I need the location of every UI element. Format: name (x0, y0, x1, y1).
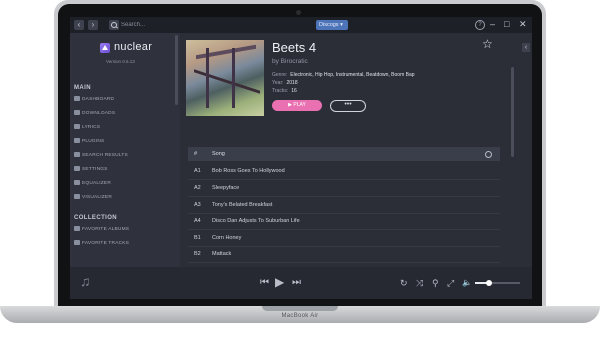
sidebar-item-dashboard[interactable]: Dashboard (74, 95, 174, 104)
app-version: Version 0.6.13 (106, 59, 135, 64)
album-year: Year: 2018 (272, 80, 298, 86)
minimize-button[interactable]: – (490, 19, 495, 30)
sidebar-item-plugins[interactable]: Plugins (74, 137, 174, 146)
album-view: Beets 4 by Birocratic Genre: Electronic, … (180, 33, 520, 274)
camera-icon (296, 10, 301, 15)
device-label: MacBook Air (281, 313, 319, 319)
maximize-button[interactable]: □ (504, 19, 509, 30)
sidebar-item-search-results[interactable]: Search Results (74, 151, 174, 160)
top-bar: ‹ › Discogs ▾ ? – □ ✕ (70, 17, 532, 33)
star-icon (74, 226, 80, 232)
sliders-icon (74, 180, 80, 186)
col-number-header: # (194, 151, 198, 157)
plug-icon (74, 138, 80, 144)
collapse-right-panel-button[interactable]: ‹ (522, 43, 530, 52)
previous-track-icon[interactable]: ⏮ (260, 277, 269, 289)
table-row[interactable]: A1 Bob Ross Goes To Hollywood (188, 163, 500, 180)
shuffle-icon[interactable]: ⤨ (416, 277, 423, 289)
sidebar-item-settings[interactable]: Settings (74, 165, 174, 174)
magic-wand-icon[interactable]: ⚲ (432, 277, 439, 289)
next-track-icon[interactable]: ⏭ (292, 277, 301, 289)
forward-button[interactable]: › (88, 20, 98, 30)
table-row[interactable]: A2 Sleepyface (188, 180, 500, 197)
play-icon[interactable]: ▶ (275, 276, 284, 288)
search-icon (74, 152, 80, 158)
sidebar-item-equalizer[interactable]: Equalizer (74, 179, 174, 188)
collection-section-title: COLLECTION (74, 215, 117, 221)
music-note-icon: ♫ (80, 273, 91, 289)
table-row[interactable]: A4 Disco Dan Adjusts To Suburban Life (188, 213, 500, 230)
laptop-notch (262, 306, 338, 311)
album-track-count: Tracks: 16 (272, 88, 297, 94)
repeat-icon[interactable]: ↻ (400, 277, 408, 289)
favorite-star-icon[interactable]: ☆ (482, 38, 493, 50)
more-options-button[interactable]: ••• (330, 100, 366, 112)
help-icon[interactable]: ? (475, 20, 485, 30)
album-title: Beets 4 (272, 40, 317, 55)
album-cover (186, 40, 264, 116)
sidebar-item-visualizer[interactable]: Visualizer (74, 193, 174, 202)
volume-knob[interactable] (485, 280, 492, 286)
back-button[interactable]: ‹ (74, 20, 84, 30)
close-button[interactable]: ✕ (519, 19, 527, 30)
search-input[interactable] (121, 20, 311, 30)
download-icon (74, 110, 80, 116)
album-genre: Genre: Electronic, Hip Hop, Instrumental,… (272, 72, 415, 78)
sidebar-item-favorite-albums[interactable]: Favorite Albums (74, 225, 174, 234)
microphone-icon (74, 124, 80, 130)
fullscreen-icon[interactable]: ⤢ (447, 277, 454, 289)
tracklist-header: # Song (188, 147, 500, 161)
clock-icon (485, 151, 492, 158)
app-logo-icon (100, 43, 110, 53)
tint-icon (74, 194, 80, 200)
album-artist[interactable]: by Birocratic (272, 58, 308, 65)
col-song-header: Song (212, 151, 225, 157)
player-bar: ♫ ⏮ ▶ ⏭ ↻ ⤨ ⚲ ⤢ 🔈 (70, 267, 532, 299)
table-row[interactable]: A3 Tony's Belated Breakfast (188, 197, 500, 214)
dashboard-icon (74, 96, 80, 102)
sidebar-item-downloads[interactable]: Downloads (74, 109, 174, 118)
sidebar-scrollbar[interactable] (175, 35, 178, 105)
provider-select[interactable]: Discogs ▾ (316, 20, 348, 30)
cogs-icon (74, 166, 80, 172)
play-album-button[interactable]: ▶ PLAY (272, 100, 322, 111)
main-section-title: MAIN (74, 85, 91, 91)
heart-icon (74, 240, 80, 246)
sidebar-item-favorite-tracks[interactable]: Favorite Tracks (74, 239, 174, 248)
table-row[interactable]: B2 Mattack (188, 246, 500, 263)
app-name: nuclear (114, 41, 153, 53)
app-window: ‹ › Discogs ▾ ? – □ ✕ nuclear Version 0.… (70, 17, 532, 299)
main-scrollbar[interactable] (511, 67, 514, 157)
volume-icon[interactable]: 🔈 (462, 277, 472, 289)
table-row[interactable]: B1 Corn Honey (188, 230, 500, 247)
search-icon (109, 20, 119, 30)
volume-slider[interactable] (475, 280, 520, 286)
sidebar-item-lyrics[interactable]: Lyrics (74, 123, 174, 132)
sidebar: nuclear Version 0.6.13 MAIN Dashboard Do… (70, 33, 180, 278)
